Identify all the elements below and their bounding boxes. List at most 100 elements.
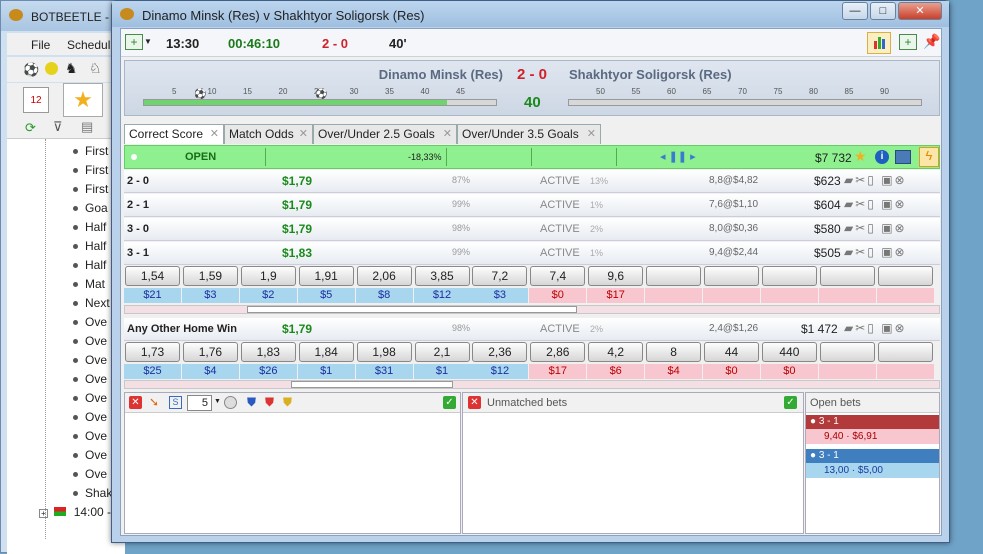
odds-button[interactable]: 3,85 bbox=[414, 266, 470, 286]
odds-button[interactable] bbox=[761, 266, 817, 286]
tree-item[interactable]: First bbox=[73, 163, 108, 177]
minimize-button[interactable]: — bbox=[842, 2, 868, 20]
runner-row[interactable]: 3 - 1 $1,83 99% ACTIVE 1% 9,4@$2,44 $505 ▰✂▯ ▣⊗ bbox=[124, 242, 940, 265]
runner-price[interactable]: $1,83 bbox=[282, 246, 312, 260]
odds-button[interactable]: 1,91 bbox=[298, 266, 354, 286]
tree-item[interactable]: Half bbox=[73, 258, 106, 272]
odds-button[interactable]: 1,59 bbox=[182, 266, 238, 286]
hedge-icon[interactable]: ➘ bbox=[149, 395, 159, 409]
reset-icon[interactable] bbox=[224, 396, 237, 409]
tree-item[interactable]: Ove bbox=[73, 353, 107, 367]
runner-price[interactable]: $1,79 bbox=[282, 222, 312, 236]
ladder-scroll-strip[interactable] bbox=[124, 305, 940, 314]
odds-button[interactable] bbox=[704, 266, 759, 286]
odds-button[interactable]: 1,76 bbox=[182, 342, 238, 362]
odds-button[interactable]: 44 bbox=[704, 342, 759, 362]
close-tab-icon[interactable]: ✕ bbox=[210, 125, 219, 143]
runner-row[interactable]: 2 - 0 $1,79 87% ACTIVE 13% 8,8@$4,82 $623 ▰✂▯ ▣… bbox=[124, 170, 940, 193]
cancel-unmatched-icon[interactable]: ✕ bbox=[468, 396, 481, 409]
tree-item-event[interactable]: + 14:00 - bbox=[39, 505, 111, 519]
tree-item[interactable]: Shak bbox=[73, 486, 112, 500]
tree-item[interactable]: Ove bbox=[73, 410, 107, 424]
tree-item[interactable]: Ove bbox=[73, 391, 107, 405]
close-tab-icon[interactable]: ✕ bbox=[443, 125, 452, 143]
odds-button[interactable]: 7,4 bbox=[530, 266, 586, 286]
tree-item[interactable]: Ove bbox=[73, 334, 107, 348]
calendar-icon[interactable]: 12 bbox=[23, 87, 49, 113]
runner-row[interactable]: 2 - 1 $1,79 99% ACTIVE 1% 7,6@$1,10 $604 ▰✂▯ ▣⊗ bbox=[124, 194, 940, 217]
scroll-thumb[interactable] bbox=[247, 306, 577, 313]
odds-button[interactable]: 1,83 bbox=[240, 342, 296, 362]
tree-item[interactable]: Goa bbox=[73, 201, 108, 215]
tree-item[interactable]: Ove bbox=[73, 429, 107, 443]
chevron-down-icon[interactable]: ▼ bbox=[214, 398, 221, 405]
open-bet-lay[interactable]: ● 3 - 1 9,40 · $6,91 bbox=[806, 415, 939, 445]
confirm-icon[interactable]: ✓ bbox=[443, 396, 456, 409]
favorites-star-icon[interactable]: ★ bbox=[63, 83, 103, 117]
greyhound-icon[interactable]: ♘ bbox=[89, 60, 102, 77]
runner-action-icons[interactable]: ▰✂▯ ▣⊗ bbox=[844, 173, 907, 187]
odds-button[interactable]: 2,06 bbox=[356, 266, 412, 286]
runner-price[interactable]: $1,79 bbox=[282, 322, 312, 336]
ladder-scroll-strip[interactable] bbox=[124, 380, 940, 389]
scroll-thumb[interactable] bbox=[291, 381, 453, 388]
add-window-icon[interactable]: + bbox=[125, 34, 143, 50]
soccer-icon[interactable]: ⚽ bbox=[23, 62, 39, 78]
arrows-icon[interactable]: ◂ ❚❚ ▸ bbox=[660, 150, 696, 163]
odds-button[interactable]: 1,98 bbox=[356, 342, 412, 362]
open-bet-back[interactable]: ● 3 - 1 13,00 · $5,00 bbox=[806, 449, 939, 479]
tree-item[interactable]: Half bbox=[73, 220, 106, 234]
odds-button[interactable]: 7,2 bbox=[472, 266, 528, 286]
new-window-icon[interactable]: + bbox=[899, 34, 917, 50]
runner-action-icons[interactable]: ▰✂▯ ▣⊗ bbox=[844, 321, 907, 335]
star-icon[interactable]: ★ bbox=[854, 148, 867, 165]
cancel-all-icon[interactable]: ✕ bbox=[129, 396, 142, 409]
odds-button[interactable]: 1,73 bbox=[125, 342, 180, 362]
odds-button[interactable] bbox=[646, 266, 702, 286]
runner-action-icons[interactable]: ▰✂▯ ▣⊗ bbox=[844, 197, 907, 211]
tab-over-under-2-5[interactable]: Over/Under 2.5 Goals ✕ bbox=[313, 124, 457, 144]
odds-button[interactable]: 1,84 bbox=[298, 342, 354, 362]
pin-icon[interactable]: 📌 bbox=[923, 33, 940, 50]
menu-file[interactable]: File bbox=[31, 38, 50, 52]
runner-price[interactable]: $1,79 bbox=[282, 198, 312, 212]
runner-row-other-home[interactable]: Any Other Home Win $1,79 98% ACTIVE 2% 2… bbox=[124, 318, 940, 341]
close-tab-icon[interactable]: ✕ bbox=[587, 125, 596, 143]
tree-item[interactable]: Ove bbox=[73, 315, 107, 329]
shield-red-icon[interactable]: ⛊ bbox=[265, 395, 274, 410]
odds-button[interactable]: 1,54 bbox=[125, 266, 180, 286]
warning-shield-icon[interactable]: ⛊ bbox=[283, 395, 292, 410]
runner-price[interactable]: $1,79 bbox=[282, 174, 312, 188]
odds-button[interactable] bbox=[819, 342, 875, 362]
filter-icon[interactable]: ⊽ bbox=[53, 119, 63, 135]
tree-item[interactable]: First bbox=[73, 144, 108, 158]
menu-schedule[interactable]: Schedul bbox=[67, 38, 110, 52]
tree-item[interactable]: Next bbox=[73, 296, 110, 310]
tree-item[interactable]: Ove bbox=[73, 467, 107, 481]
tree-item[interactable]: Ove bbox=[73, 448, 107, 462]
runner-action-icons[interactable]: ▰✂▯ ▣⊗ bbox=[844, 221, 907, 235]
close-tab-icon[interactable]: ✕ bbox=[299, 125, 308, 143]
refresh-icon[interactable]: ⟳ bbox=[25, 120, 36, 136]
expand-icon[interactable]: + bbox=[39, 509, 48, 518]
tree-item[interactable]: Half bbox=[73, 239, 106, 253]
confirm-unmatched-icon[interactable]: ✓ bbox=[784, 396, 797, 409]
tab-correct-score[interactable]: Correct Score ✕ bbox=[124, 124, 224, 144]
settings-icon[interactable]: ▤ bbox=[81, 119, 93, 135]
odds-button[interactable]: 9,6 bbox=[588, 266, 644, 286]
stake-input[interactable]: 5 bbox=[187, 395, 212, 411]
stake-mode-icon[interactable]: S bbox=[169, 396, 182, 409]
tab-match-odds[interactable]: Match Odds ✕ bbox=[224, 124, 313, 144]
runner-action-icons[interactable]: ▰✂▯ ▣⊗ bbox=[844, 245, 907, 259]
maximize-button[interactable]: □ bbox=[870, 2, 896, 20]
odds-button[interactable] bbox=[877, 266, 933, 286]
odds-button[interactable] bbox=[877, 342, 933, 362]
odds-button[interactable]: 1,9 bbox=[240, 266, 296, 286]
odds-button[interactable] bbox=[819, 266, 875, 286]
window-title-bar[interactable]: Dinamo Minsk (Res) v Shakhtyor Soligorsk… bbox=[112, 1, 949, 27]
runner-row[interactable]: 3 - 0 $1,79 98% ACTIVE 2% 8,0@$0,36 $580 ▰✂▯ ▣⊗ bbox=[124, 218, 940, 241]
odds-button[interactable]: 2,1 bbox=[414, 342, 470, 362]
chevron-down-icon[interactable]: ▼ bbox=[144, 37, 152, 46]
odds-button[interactable]: 8 bbox=[646, 342, 702, 362]
shield-icon[interactable]: ⛊ bbox=[247, 395, 256, 410]
